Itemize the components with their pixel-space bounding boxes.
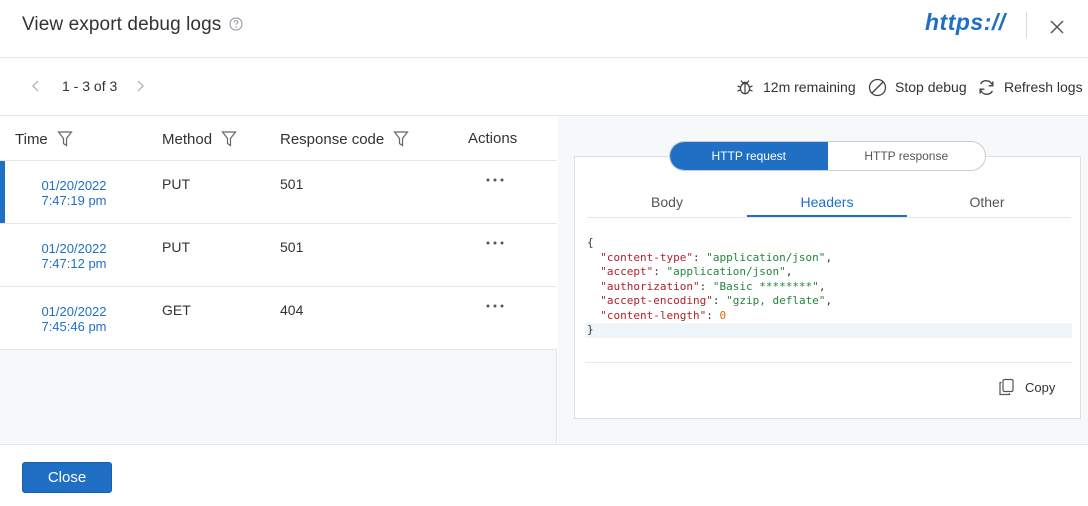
json-line: "authorization": "Basic ********", [600,279,826,293]
header-divider [1026,12,1027,38]
copy-icon [999,378,1014,396]
refresh-icon [979,79,994,95]
active-tab-indicator [747,215,907,217]
tab-body[interactable]: Body [587,194,747,210]
column-actions: Actions [468,130,518,147]
card-divider [585,362,1072,363]
column-time: Time [15,130,73,148]
more-actions-icon[interactable] [484,299,506,313]
response-code-cell: 501 [280,239,304,255]
remaining-text: 12m remaining [763,79,856,95]
table-row[interactable]: 01/20/2022 7:45:46 pm GET 404 [0,287,557,350]
table-row[interactable]: 01/20/2022 7:47:12 pm PUT 501 [0,224,557,287]
copy-button[interactable]: Copy [998,378,1055,396]
more-actions-icon[interactable] [484,236,506,250]
more-actions-icon[interactable] [484,173,506,187]
response-code-cell: 501 [280,176,304,192]
chevron-left-icon[interactable] [30,79,42,93]
brand-logo: https:// [925,9,1006,35]
method-cell: PUT [162,239,190,255]
time-cell[interactable]: 01/20/2022 7:47:12 pm [24,241,124,271]
dialog-title: View export debug logs [22,14,222,35]
stop-debug-label: Stop debug [895,79,967,95]
json-line: "content-length": 0 [600,308,727,322]
toggle-http-response[interactable]: HTTP response [828,142,986,170]
debug-remaining: 12m remaining [735,76,856,98]
json-line: "content-type": "application/json", [600,250,833,264]
refresh-logs-label: Refresh logs [1004,79,1083,95]
filter-icon[interactable] [57,130,73,148]
table-row[interactable]: 01/20/2022 7:47:19 pm PUT 501 [0,161,557,224]
headers-json-viewer: { "content-type": "application/json", "a… [585,236,1072,338]
json-line: "accept-encoding": "gzip, deflate", [600,294,833,307]
chevron-right-icon[interactable] [134,79,146,93]
bug-icon [737,80,753,95]
pager-text: 1 - 3 of 3 [62,78,118,94]
close-icon[interactable] [1048,18,1066,36]
stop-debug-button[interactable]: Stop debug [868,76,967,98]
dialog-header: View export debug logs https:// [0,0,1088,58]
json-line: "accept": "application/json", [600,265,793,278]
refresh-logs-button[interactable]: Refresh logs [977,76,1083,98]
response-code-cell: 404 [280,302,304,318]
json-line: { [587,236,594,249]
copy-label: Copy [1025,379,1056,395]
tab-other[interactable]: Other [907,194,1067,210]
tab-headers[interactable]: Headers [747,194,907,210]
request-response-toggle: HTTP request HTTP response [669,141,986,171]
close-button[interactable]: Close [22,462,112,493]
detail-tabs: Body Headers Other [587,188,1071,218]
logs-table: Time Method Response code Actions 01/20/… [0,116,557,444]
toolbar: 1 - 3 of 3 12m remaining Stop debug Refr… [0,58,1088,116]
help-icon[interactable] [229,17,243,31]
json-line: } [585,323,1072,338]
stop-icon [868,78,887,96]
dialog-footer: Close [0,444,1088,506]
column-method: Method [162,130,237,148]
filter-icon[interactable] [221,130,237,148]
column-response-code: Response code [280,130,409,148]
time-cell[interactable]: 01/20/2022 7:45:46 pm [24,304,124,334]
filter-icon[interactable] [393,130,409,148]
method-cell: GET [162,302,191,318]
method-cell: PUT [162,176,190,192]
table-header: Time Method Response code Actions [0,116,557,161]
time-cell[interactable]: 01/20/2022 7:47:19 pm [24,178,124,208]
toggle-http-request[interactable]: HTTP request [670,142,828,170]
